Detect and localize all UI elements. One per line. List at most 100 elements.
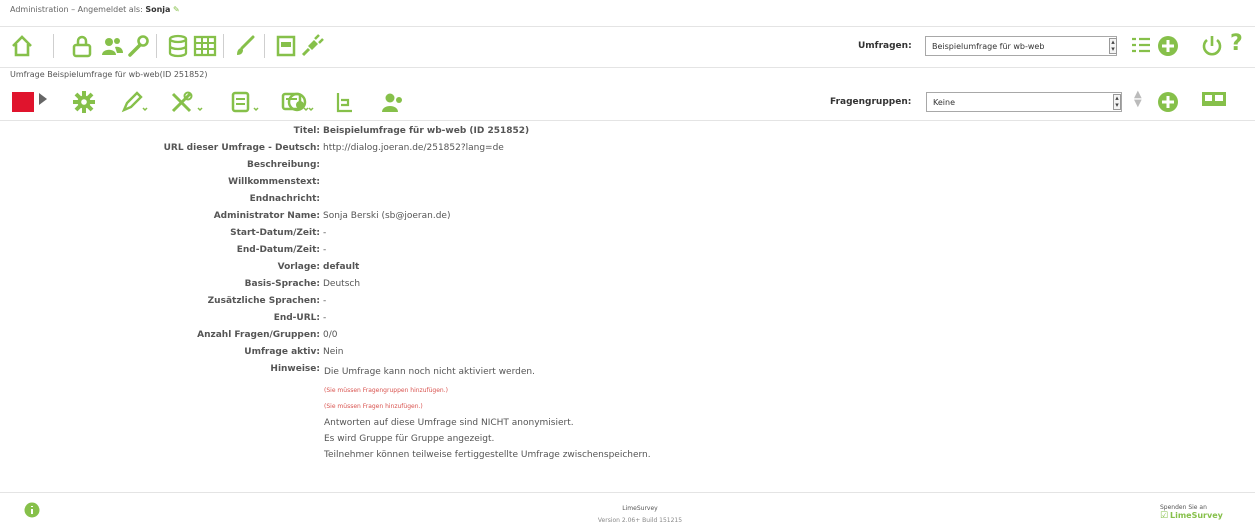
end-date-value: - xyxy=(323,244,327,255)
survey-active-label: Umfrage aktiv: xyxy=(244,346,320,357)
end-url-label: End-URL: xyxy=(273,312,320,323)
note-cannot-activate: Die Umfrage kann noch nicht aktiviert we… xyxy=(324,367,535,377)
survey-title: Umfrage Beispielumfrage für wb-web(ID 25… xyxy=(10,70,208,79)
gear-icon[interactable] xyxy=(72,90,96,114)
base-language-value: Deutsch xyxy=(323,278,361,289)
row-end-date: End-Datum/Zeit: - xyxy=(0,241,529,258)
row-end-message: Endnachricht: xyxy=(0,190,529,207)
logged-in-text: – Angemeldet als: xyxy=(71,5,143,14)
row-base-language: Basis-Sprache: Deutsch xyxy=(0,275,529,292)
end-message-value xyxy=(323,190,529,207)
brush-icon[interactable] xyxy=(233,34,257,58)
row-start-date: Start-Datum/Zeit: - xyxy=(0,224,529,241)
url-value[interactable]: http://dialog.joeran.de/251852?lang=de xyxy=(323,139,529,156)
lock-icon[interactable] xyxy=(70,34,94,58)
row-additional-languages: Zusätzliche Sprachen: - xyxy=(0,292,529,309)
note-error-questions: (Sie müssen Fragen hinzufügen.) xyxy=(324,403,423,410)
note-error-groups: (Sie müssen Fragengruppen hinzufügen.) xyxy=(324,387,448,394)
tools-icon[interactable] xyxy=(170,90,204,114)
url-label: URL dieser Umfrage - Deutsch: xyxy=(163,142,320,153)
limesurvey-logo-icon: ☑ xyxy=(1160,511,1169,521)
admin-link[interactable]: Administration xyxy=(10,5,69,14)
footer-app-name[interactable]: LimeSurvey xyxy=(540,505,740,512)
header-line: Administration – Angemeldet als: Sonja ✎ xyxy=(10,5,180,14)
row-question-count: Anzahl Fragen/Gruppen: 0/0 xyxy=(0,326,529,343)
question-count-label: Anzahl Fragen/Gruppen: xyxy=(197,329,320,340)
add-group-icon[interactable] xyxy=(1157,91,1179,113)
donate-text: Spenden Sie an xyxy=(1160,504,1207,511)
row-title: Titel: Beispielumfrage für wb-web (ID 25… xyxy=(0,122,529,139)
note-save-partial: Teilnehmer können teilweise fertiggestel… xyxy=(324,450,651,460)
row-url: URL dieser Umfrage - Deutsch: http://dia… xyxy=(0,139,529,156)
pencil-icon[interactable] xyxy=(120,90,148,114)
stop-icon[interactable] xyxy=(12,92,34,112)
table-icon[interactable] xyxy=(193,34,217,58)
survey-summary-table: Titel: Beispielumfrage für wb-web (ID 25… xyxy=(0,122,530,377)
responses-icon xyxy=(282,90,283,91)
plugin-icon[interactable] xyxy=(300,34,324,58)
note-group-by-group: Es wird Gruppe für Gruppe angezeigt. xyxy=(324,434,495,444)
start-date-value: - xyxy=(323,227,327,238)
template-label: Vorlage: xyxy=(277,261,320,272)
survey-select-label: Umfragen: xyxy=(858,41,912,51)
row-survey-active: Umfrage aktiv: Nein xyxy=(0,343,529,360)
home-icon[interactable] xyxy=(10,34,34,58)
wrench-icon[interactable] xyxy=(126,34,150,58)
tokens-icon[interactable] xyxy=(380,90,406,114)
responses-chart-icon[interactable] xyxy=(335,90,355,114)
title-value: Beispielumfrage für wb-web (ID 251852) xyxy=(323,125,530,136)
edit-user-icon[interactable]: ✎ xyxy=(173,5,180,14)
help-icon[interactable]: ? xyxy=(1230,31,1243,56)
additional-languages-value: - xyxy=(323,295,327,306)
users-icon[interactable] xyxy=(100,34,124,58)
group-select-label: Fragengruppen: xyxy=(830,97,912,107)
survey-tools-icon[interactable] xyxy=(230,90,260,114)
description-label: Beschreibung: xyxy=(247,159,320,170)
survey-select-arrows-icon[interactable]: ▴ ▾ xyxy=(1109,38,1117,54)
toolbar-separator xyxy=(53,34,54,58)
start-date-label: Start-Datum/Zeit: xyxy=(230,227,320,238)
survey-select[interactable]: Beispielumfrage für wb-web xyxy=(925,36,1117,56)
donate-brand: LimeSurvey xyxy=(1170,511,1223,520)
donate-link[interactable]: Spenden Sie an ☑ LimeSurvey xyxy=(1160,504,1223,521)
database-icon[interactable] xyxy=(166,34,190,58)
row-welcome: Willkommenstext: xyxy=(0,173,529,190)
end-date-label: End-Datum/Zeit: xyxy=(236,244,320,255)
notes-list: Die Umfrage kann noch nicht aktiviert we… xyxy=(324,366,651,463)
survey-active-value: Nein xyxy=(323,346,344,357)
toolbar-separator xyxy=(264,34,265,58)
toolbar-separator xyxy=(223,34,224,58)
info-icon[interactable] xyxy=(24,502,40,518)
question-count-value: 0/0 xyxy=(323,329,338,340)
export-icon[interactable] xyxy=(274,34,298,58)
template-value: default xyxy=(323,261,360,272)
description-value xyxy=(323,156,529,173)
layout-icon[interactable] xyxy=(1201,90,1227,108)
additional-languages-label: Zusätzliche Sprachen: xyxy=(207,295,320,306)
power-icon[interactable] xyxy=(1200,34,1224,58)
end-url-value: - xyxy=(323,312,327,323)
admin-value: Sonja Berski (sb@joeran.de) xyxy=(323,210,451,221)
admin-label: Administrator Name: xyxy=(213,210,320,221)
base-language-label: Basis-Sprache: xyxy=(244,278,320,289)
row-template: Vorlage: default xyxy=(0,258,529,275)
footer-version: Version 2.06+ Build 151215 xyxy=(597,517,683,524)
list-icon[interactable] xyxy=(1130,35,1152,57)
group-select-arrows-icon[interactable]: ▴ ▾ xyxy=(1113,94,1121,110)
note-anonymized: Antworten auf diese Umfrage sind NICHT a… xyxy=(324,418,574,428)
end-message-label: Endnachricht: xyxy=(249,193,320,204)
group-select[interactable]: Keine xyxy=(926,92,1122,112)
welcome-label: Willkommenstext: xyxy=(228,176,320,187)
toolbar-separator xyxy=(156,34,157,58)
play-arrow-icon[interactable] xyxy=(38,92,48,106)
row-admin: Administrator Name: Sonja Berski (sb@joe… xyxy=(0,207,529,224)
add-icon[interactable] xyxy=(1157,35,1179,57)
analyze-icon[interactable] xyxy=(285,90,315,114)
row-end-url: End-URL: - xyxy=(0,309,529,326)
title-label: Titel: xyxy=(293,125,320,136)
notes-label: Hinweise: xyxy=(270,363,320,374)
row-description: Beschreibung: xyxy=(0,156,529,173)
welcome-value xyxy=(323,173,529,190)
user-name[interactable]: Sonja xyxy=(145,5,170,14)
reorder-icon[interactable]: ▲ ▼ xyxy=(1134,90,1142,109)
